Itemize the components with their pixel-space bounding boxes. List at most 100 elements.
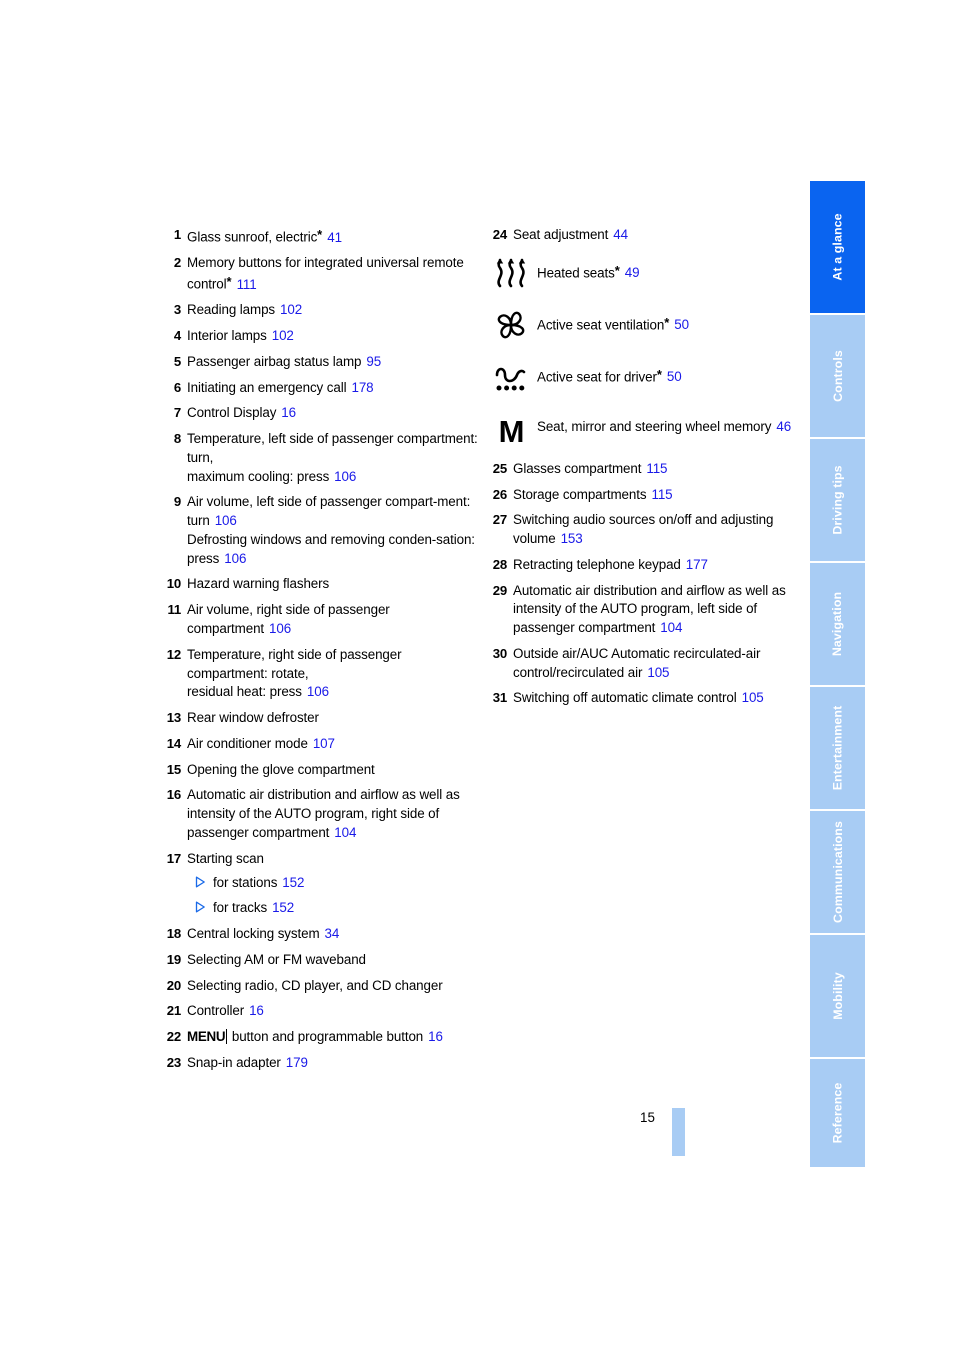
index-entry: 1 Glass sunroof, electric* 41	[163, 226, 483, 247]
page-reference[interactable]: 177	[686, 557, 708, 572]
page-reference[interactable]: 34	[325, 926, 340, 941]
index-entry: 4 Interior lamps 102	[163, 327, 483, 346]
page-reference[interactable]: 16	[249, 1003, 264, 1018]
index-entry-number: 20	[166, 977, 181, 993]
index-entry: 30 Outside air/AUC Automatic recirculated…	[485, 645, 795, 683]
index-entry: 25 Glasses compartment 115	[485, 460, 795, 479]
index-entry-number: 13	[166, 710, 181, 726]
index-entry-number: 17	[166, 850, 181, 866]
page-reference[interactable]: 105	[647, 665, 669, 680]
page-reference[interactable]: 115	[651, 487, 672, 502]
index-entry: 14 Air conditioner mode 107	[163, 735, 483, 754]
page-reference[interactable]: 46	[776, 419, 791, 434]
index-entry-number: 16	[166, 787, 181, 803]
page-reference[interactable]: 95	[366, 354, 381, 369]
index-entry-number: 6	[173, 379, 181, 395]
manual-page: 1 Glass sunroof, electric* 41 2 Memory butto…	[0, 0, 954, 1351]
page-reference[interactable]: 153	[561, 531, 583, 546]
index-entry-text: Air volume, left side of passenger compa…	[187, 494, 475, 566]
index-entry-number: 2	[173, 255, 181, 271]
index-entry-number: 18	[166, 925, 181, 941]
page-reference[interactable]: 106	[224, 551, 246, 566]
index-entry-text: Automatic air distribution and airflow a…	[187, 787, 460, 840]
page-reference[interactable]: 105	[742, 690, 764, 705]
page-reference[interactable]: 49	[625, 265, 640, 280]
page-reference[interactable]: 104	[660, 620, 682, 635]
index-entry-number: 9	[173, 494, 181, 510]
page-reference[interactable]: 106	[269, 621, 291, 636]
page-reference[interactable]: 104	[334, 825, 356, 840]
index-entry-number: 12	[166, 646, 181, 662]
index-entry-text: Air conditioner mode 107	[187, 735, 335, 751]
page-reference[interactable]: 102	[280, 302, 302, 317]
page-reference[interactable]: 106	[334, 469, 356, 484]
page-reference[interactable]: 152	[282, 875, 304, 890]
tab-driving-tips[interactable]: Driving tips	[810, 439, 865, 561]
index-entry-number: 7	[173, 405, 181, 421]
index-icon-entry: Active seat for driver* 50	[485, 356, 795, 402]
page-reference[interactable]: 50	[667, 369, 682, 384]
page-reference[interactable]: 115	[646, 461, 667, 476]
index-entry-text: Switching audio sources on/off and adjus…	[513, 512, 774, 547]
tab-label: Controls	[830, 350, 845, 402]
index-entry-number: 10	[166, 576, 181, 592]
index-entry-number: 31	[492, 690, 507, 706]
page-reference[interactable]: 178	[351, 380, 373, 395]
index-entry-text: Storage compartments 115	[513, 486, 673, 502]
page-reference[interactable]: 41	[327, 230, 342, 245]
tab-label: Reference	[830, 1082, 845, 1144]
triangle-bullet-icon	[195, 899, 213, 913]
index-entry-number: 28	[492, 556, 507, 572]
page-reference[interactable]: 102	[272, 328, 294, 343]
index-icon-cell: M	[485, 408, 537, 454]
index-entry: 6 Initiating an emergency call 178	[163, 379, 483, 398]
page-reference[interactable]: 107	[313, 736, 335, 751]
index-sub-entry-text: for stations 152	[213, 875, 305, 891]
tab-at-a-glance[interactable]: At a glance	[810, 181, 865, 313]
index-entry: 2 Memory buttons for integrated universal…	[163, 254, 483, 294]
index-entry-text: MENU button and programmable button 16	[187, 1029, 443, 1045]
index-entry: 28 Retracting telephone keypad 177	[485, 556, 795, 575]
index-column-left: 1 Glass sunroof, electric* 41 2 Memory butto…	[163, 226, 483, 1080]
index-entry: 24 Seat adjustment 44	[485, 226, 795, 245]
active-seat-icon	[491, 357, 531, 402]
index-entry-text: Control Display 16	[187, 405, 296, 421]
index-entry-number: 4	[173, 328, 181, 344]
page-reference[interactable]: 111	[237, 277, 257, 292]
page-reference[interactable]: 16	[281, 405, 296, 420]
tab-communications[interactable]: Communications	[810, 811, 865, 933]
page-reference[interactable]: 179	[286, 1055, 308, 1070]
index-entry-number: 3	[173, 302, 181, 318]
index-entry-text: Seat adjustment 44	[513, 227, 628, 242]
page-reference[interactable]: 106	[215, 513, 237, 528]
tab-controls[interactable]: Controls	[810, 315, 865, 437]
index-entry-text: Controller 16	[187, 1003, 264, 1019]
index-sub-entry: for tracks 152	[195, 899, 483, 918]
menu-hardkey-label: MENU	[187, 1029, 228, 1045]
tab-mobility[interactable]: Mobility	[810, 935, 865, 1057]
index-entry: 11 Air volume, right side of passenger co…	[163, 601, 483, 639]
tab-navigation[interactable]: Navigation	[810, 563, 865, 685]
page-number-bar	[672, 1108, 685, 1156]
index-icon-entry-text: Seat, mirror and steering wheel memory 46	[537, 418, 792, 434]
tab-label: Navigation	[830, 591, 845, 657]
index-entry-text: Selecting AM or FM waveband	[187, 951, 366, 967]
page-reference[interactable]: 106	[307, 684, 329, 699]
index-entry-text: Glass sunroof, electric* 41	[187, 227, 342, 245]
tab-label: Mobility	[830, 972, 845, 1020]
tab-reference[interactable]: Reference	[810, 1059, 865, 1167]
index-entry-text: Air volume, right side of passenger comp…	[187, 602, 390, 637]
index-icon-entry-text: Heated seats* 49	[537, 262, 640, 281]
index-entry-number: 15	[166, 761, 181, 777]
index-entry: 23 Snap-in adapter 179	[163, 1054, 483, 1073]
page-reference[interactable]: 44	[613, 227, 628, 242]
tab-entertainment[interactable]: Entertainment	[810, 687, 865, 809]
index-entry: 16 Automatic air distribution and airflow…	[163, 786, 483, 842]
page-reference[interactable]: 16	[428, 1029, 443, 1044]
page-reference[interactable]: 152	[272, 900, 294, 915]
index-entry-text: Outside air/AUC Automatic recirculated-a…	[513, 645, 761, 680]
index-entry-number: 8	[173, 431, 181, 447]
page-reference[interactable]: 50	[674, 317, 689, 332]
index-icon-entry-text: Active seat for driver* 50	[537, 366, 682, 385]
optional-equipment-asterisk: *	[317, 227, 323, 242]
